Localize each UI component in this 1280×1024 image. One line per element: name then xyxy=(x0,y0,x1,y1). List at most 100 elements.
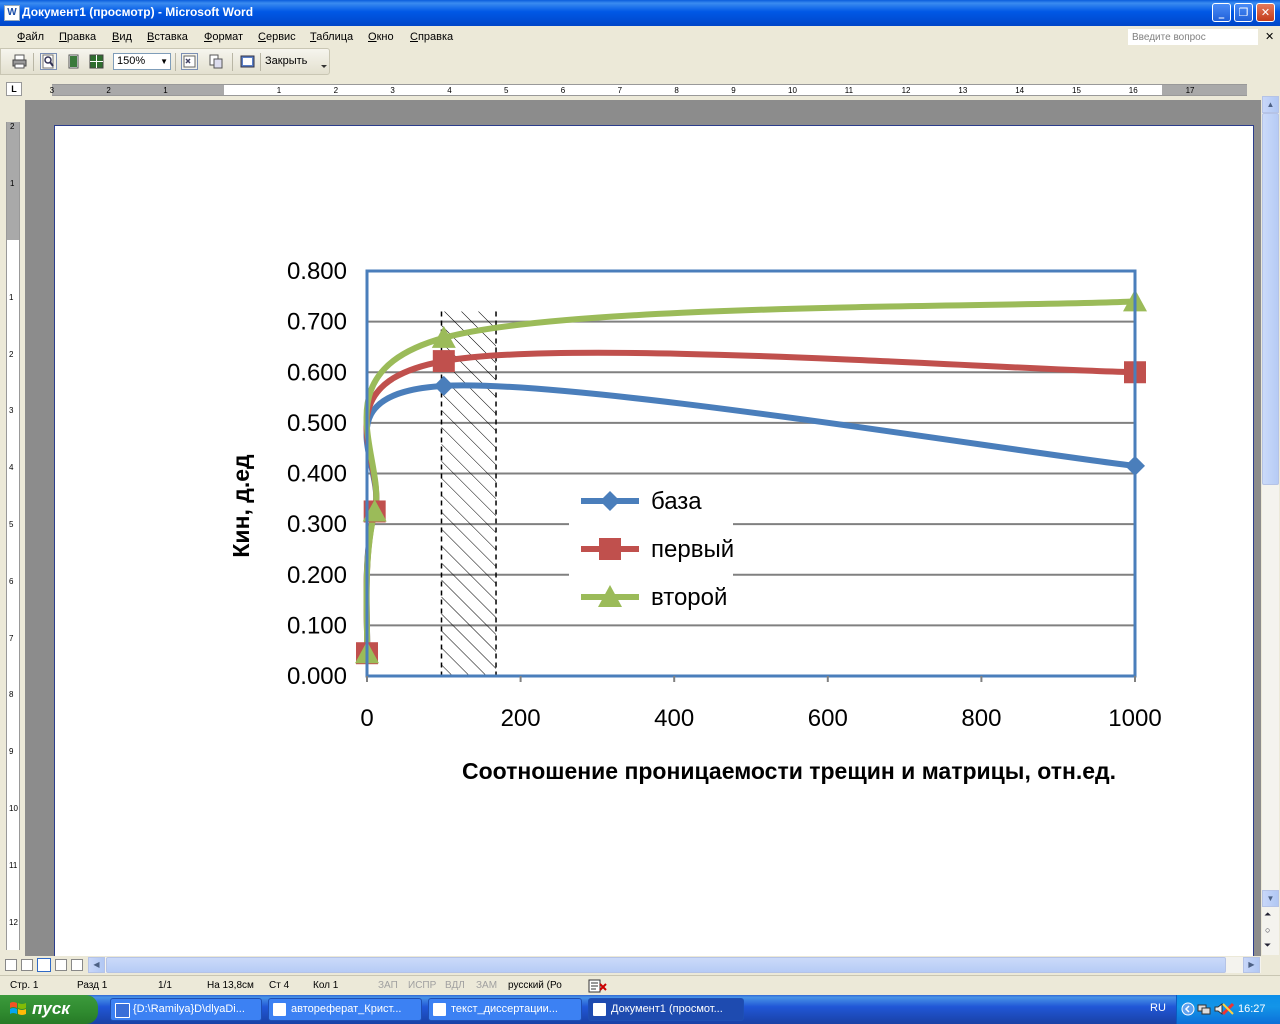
ruler-number: 3 xyxy=(9,406,14,416)
language-indicator[interactable]: RU xyxy=(1150,1002,1166,1014)
task-dissertation[interactable]: текст_диссертации... xyxy=(428,998,582,1021)
antivirus-icon[interactable] xyxy=(1221,1002,1235,1016)
vertical-scrollbar[interactable]: ▲ ▼ ⏶ ○ ⏷ xyxy=(1262,96,1279,955)
task-folder[interactable]: {D:\Ramilya}D\dlyaDi... xyxy=(110,998,262,1021)
ruler-number: 10 xyxy=(9,804,18,813)
menu-format[interactable]: Формат xyxy=(204,31,243,43)
scroll-up-button[interactable]: ▲ xyxy=(1262,96,1279,113)
document-page[interactable]: 0.000 0.100 0.200 0.300 0.400 0.500 0.600 0.700… xyxy=(54,125,1254,956)
ruler-number: 11 xyxy=(844,86,854,95)
normal-view-icon[interactable] xyxy=(5,959,17,971)
close-preview-button[interactable]: Закрыть xyxy=(265,55,307,67)
square-marker xyxy=(432,350,455,373)
menu-view[interactable]: Вид xyxy=(112,31,132,43)
browse-object-icon[interactable]: ○ xyxy=(1265,925,1270,935)
task-autoreferat[interactable]: автореферат_Крист... xyxy=(268,998,422,1021)
windows-logo-icon xyxy=(10,1002,26,1015)
tab-selector[interactable]: L xyxy=(6,82,22,96)
task-label: {D:\Ramilya}D\dlyaDi... xyxy=(133,1003,245,1015)
maximize-button[interactable]: ❐ xyxy=(1234,3,1253,22)
x-axis-title: Соотношение проницаемости трещин и матри… xyxy=(462,758,1116,784)
previous-page-icon[interactable]: ⏶ xyxy=(1264,909,1271,920)
ruler-number: 1 xyxy=(163,86,168,95)
close-button[interactable]: ✕ xyxy=(1256,3,1275,22)
ruler-number: 17 xyxy=(1185,86,1195,95)
x-tick-label: 200 xyxy=(501,705,541,732)
minimize-button[interactable]: _ xyxy=(1212,3,1231,22)
next-page-icon[interactable]: ⏷ xyxy=(1264,940,1271,951)
legend-label: второй xyxy=(651,584,727,611)
ruler-number: 4 xyxy=(9,463,14,473)
status-extend[interactable]: ВДЛ xyxy=(445,980,465,991)
print-icon[interactable] xyxy=(11,53,28,70)
scroll-right-button[interactable]: ▶ xyxy=(1243,957,1260,973)
ruler-number: 9 xyxy=(731,86,736,95)
vertical-ruler[interactable]: 2 1 1 2 3 4 5 6 7 8 9 10 11 12 xyxy=(6,122,20,950)
ruler-number: 4 xyxy=(447,86,452,95)
task-label: текст_диссертации... xyxy=(451,1003,558,1015)
vertical-scroll-thumb[interactable] xyxy=(1262,113,1279,485)
zoom-value: 150% xyxy=(117,55,146,67)
scroll-down-button[interactable]: ▼ xyxy=(1262,890,1279,907)
status-bar: Стр. 1 Разд 1 1/1 На 13,8см Ст 4 Кол 1 З… xyxy=(0,975,1280,996)
print-layout-view-icon[interactable] xyxy=(37,958,51,972)
square-marker xyxy=(599,538,621,560)
menu-help[interactable]: Справка xyxy=(410,31,453,43)
web-view-icon[interactable] xyxy=(21,959,33,971)
ruler-number: 12 xyxy=(9,917,18,927)
ruler-number: 14 xyxy=(1015,86,1025,95)
close-document-icon[interactable]: ✕ xyxy=(1265,30,1274,43)
reading-view-icon[interactable] xyxy=(71,959,83,971)
scroll-left-button[interactable]: ◀ xyxy=(88,957,105,973)
menu-insert[interactable]: Вставка xyxy=(147,31,188,43)
menu-window[interactable]: Окно xyxy=(368,31,394,43)
title-bar: W Документ1 (просмотр) - Microsoft Word … xyxy=(0,0,1280,26)
menu-tools[interactable]: Сервис xyxy=(258,31,296,43)
y-tick-label: 0.200 xyxy=(287,562,347,589)
magnifier-icon[interactable] xyxy=(40,53,57,70)
ruler-number: 2 xyxy=(9,349,14,359)
ruler-number: 16 xyxy=(1128,86,1138,95)
y-axis-title: Кин, д.ед xyxy=(228,454,254,558)
tray-arrow-icon[interactable] xyxy=(1181,1002,1195,1016)
network-icon[interactable] xyxy=(1197,1002,1211,1016)
legend-label: база xyxy=(651,488,702,515)
menu-file[interactable]: Файл xyxy=(17,31,44,43)
status-section: Разд 1 xyxy=(77,980,108,991)
spelling-status-icon[interactable] xyxy=(588,979,608,993)
ruler-number: 2 xyxy=(333,86,339,95)
menu-table[interactable]: Таблица xyxy=(310,31,353,43)
ruler-number: 1 xyxy=(10,179,15,189)
view-ruler-icon[interactable] xyxy=(181,53,198,70)
x-tick-label: 600 xyxy=(808,705,848,732)
shrink-to-fit-icon[interactable] xyxy=(207,53,224,70)
toolbar-options-icon[interactable] xyxy=(319,51,329,73)
ask-question-input[interactable]: Введите вопрос xyxy=(1128,29,1258,45)
status-language: русский (Ро xyxy=(508,980,562,991)
ruler-number: 5 xyxy=(9,520,14,529)
task-document1[interactable]: Документ1 (просмот... xyxy=(588,998,744,1021)
multiple-pages-icon[interactable] xyxy=(88,53,105,70)
word-doc-icon xyxy=(273,1003,286,1016)
ruler-number: 8 xyxy=(9,690,14,700)
horizontal-scrollbar[interactable]: ◀ ▶ xyxy=(88,957,1261,973)
taskbar: пуск {D:\Ramilya}D\dlyaDi... автореферат… xyxy=(0,995,1280,1024)
horizontal-scroll-thumb[interactable] xyxy=(106,957,1226,973)
status-track[interactable]: ИСПР xyxy=(408,980,436,991)
x-tick-label: 0 xyxy=(360,705,373,732)
menu-edit[interactable]: Правка xyxy=(59,31,96,43)
print-preview-toolbar: 150% ▼ Закрыть xyxy=(0,48,330,75)
one-page-icon[interactable] xyxy=(65,53,82,70)
outline-view-icon[interactable] xyxy=(55,959,67,971)
ruler-number: 15 xyxy=(1072,86,1081,95)
x-tick-label: 800 xyxy=(961,705,1001,732)
full-screen-icon[interactable] xyxy=(239,53,256,70)
status-overtype[interactable]: ЗАМ xyxy=(476,980,497,991)
legend-label: первый xyxy=(651,536,734,563)
horizontal-ruler[interactable]: 3 2 1 1 2 3 4 5 6 7 8 9 10 11 12 13 14 15 16 17 xyxy=(50,84,1247,96)
ruler-number: 11 xyxy=(9,860,18,870)
status-rec[interactable]: ЗАП xyxy=(378,980,398,991)
zoom-select[interactable]: 150% ▼ xyxy=(113,53,171,70)
ruler-number: 13 xyxy=(958,86,968,95)
start-button[interactable]: пуск xyxy=(0,995,98,1024)
